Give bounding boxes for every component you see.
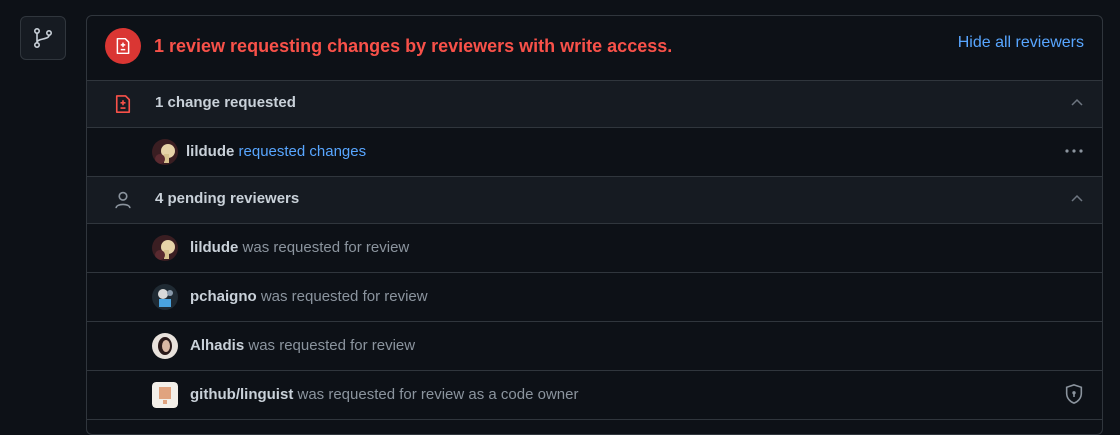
pending-reviewers-section-header[interactable]: 4 pending reviewers bbox=[87, 177, 1102, 224]
reviewer-row: Alhadis was requested for review bbox=[87, 322, 1102, 371]
reviewers-panel: 1 review requesting changes by reviewers… bbox=[86, 15, 1103, 435]
kebab-horizontal-icon[interactable] bbox=[1064, 143, 1084, 159]
avatar[interactable] bbox=[152, 382, 178, 408]
review-request-status: was requested for review as a code owner bbox=[297, 386, 579, 403]
review-status-title: 1 review requesting changes by reviewers… bbox=[154, 36, 673, 56]
reviewer-team-name[interactable]: github/linguist bbox=[190, 386, 293, 403]
reviewer-row: lildude requested changes bbox=[87, 128, 1102, 177]
avatar[interactable] bbox=[152, 235, 178, 261]
reviewer-row: github/linguist was requested for review… bbox=[87, 371, 1102, 420]
review-request-status: was requested for review bbox=[260, 288, 428, 305]
reviewer-username[interactable]: Alhadis bbox=[190, 337, 244, 354]
avatar[interactable] bbox=[152, 139, 178, 165]
file-diff-icon bbox=[115, 95, 131, 113]
reviewer-row: lildude was requested for review bbox=[87, 224, 1102, 273]
reviewer-username[interactable]: pchaigno bbox=[190, 288, 257, 305]
avatar[interactable] bbox=[152, 284, 178, 310]
reviewer-row: pchaigno was requested for review bbox=[87, 273, 1102, 322]
review-request-status: was requested for review bbox=[242, 239, 410, 256]
file-diff-icon bbox=[116, 37, 130, 55]
reviewer-username[interactable]: lildude bbox=[186, 143, 234, 160]
changes-requested-title: 1 change requested bbox=[155, 94, 296, 111]
review-status-link[interactable]: requested changes bbox=[239, 143, 367, 160]
avatar[interactable] bbox=[152, 333, 178, 359]
person-icon bbox=[115, 191, 131, 209]
reviewer-username[interactable]: lildude bbox=[190, 239, 238, 256]
merge-status-header: 1 review requesting changes by reviewers… bbox=[87, 16, 1102, 81]
git-branch-icon-box bbox=[20, 16, 66, 60]
review-request-status: was requested for review bbox=[248, 337, 416, 354]
chevron-up-icon[interactable] bbox=[1070, 97, 1084, 107]
status-badge bbox=[105, 28, 141, 64]
hide-all-reviewers-link[interactable]: Hide all reviewers bbox=[958, 34, 1084, 52]
git-branch-icon bbox=[33, 27, 53, 48]
pending-reviewers-title: 4 pending reviewers bbox=[155, 190, 300, 207]
changes-requested-section-header[interactable]: 1 change requested bbox=[87, 81, 1102, 128]
chevron-up-icon[interactable] bbox=[1070, 193, 1084, 203]
shield-lock-icon[interactable] bbox=[1064, 383, 1084, 405]
